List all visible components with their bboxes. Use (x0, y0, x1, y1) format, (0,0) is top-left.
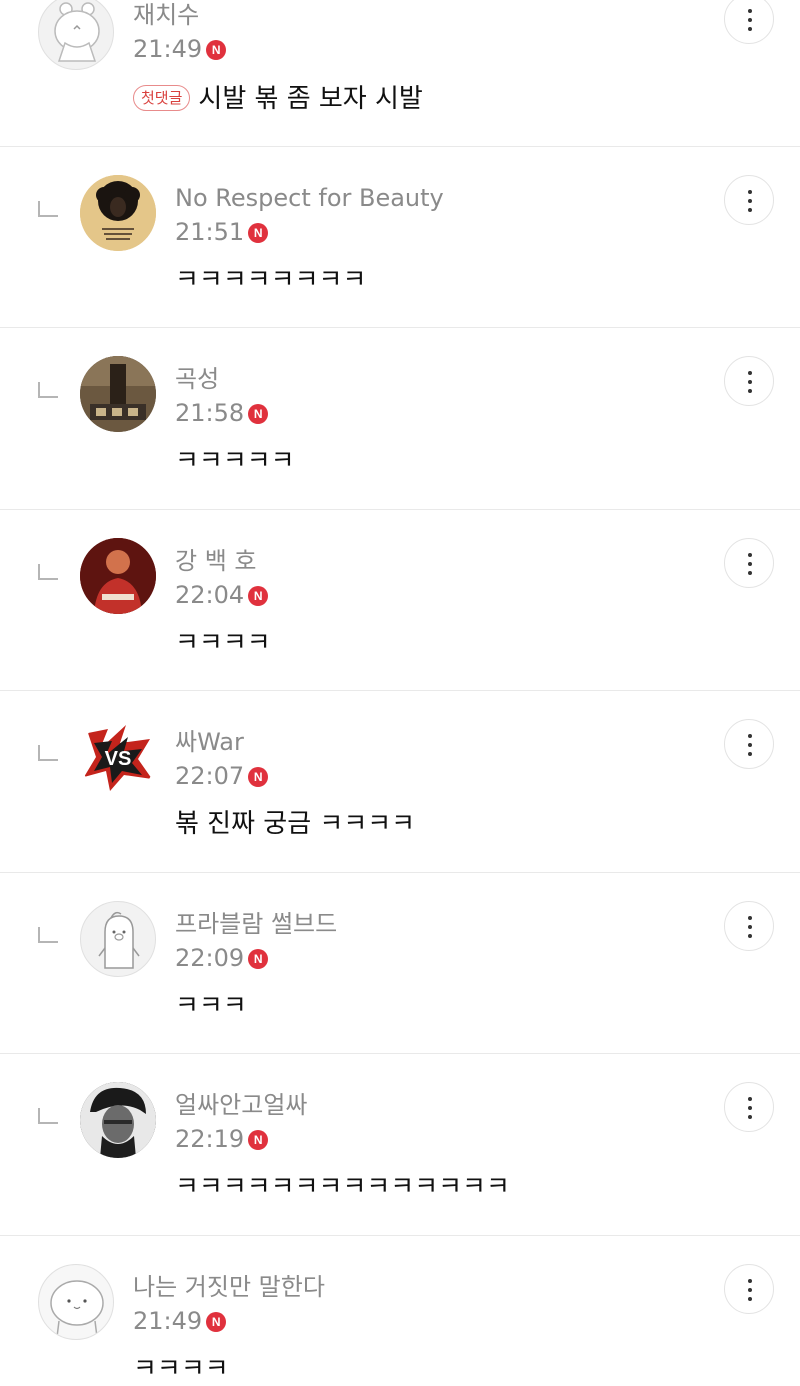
reply-arrow-icon (38, 1108, 58, 1124)
comment-item: 나는 거짓만 말한다 21:49 N ㅋㅋㅋㅋ (0, 1236, 800, 1384)
avatar[interactable] (38, 0, 114, 70)
basketball-player-avatar-icon (80, 538, 156, 614)
reply-arrow-icon (38, 745, 58, 761)
new-badge-icon: N (248, 1130, 269, 1150)
avatar[interactable] (80, 1082, 156, 1158)
comment-time-text: 21:58 (175, 399, 245, 427)
reply-arrow-icon (38, 201, 58, 217)
avatar[interactable] (80, 901, 156, 977)
comment-text: 첫댓글 시발 볶 좀 보자 시발 (133, 82, 423, 116)
more-vertical-icon (748, 553, 752, 575)
comment-author[interactable]: 나는 거짓만 말한다 (133, 1272, 325, 1302)
new-badge-icon: N (248, 767, 269, 787)
new-badge-icon: N (248, 949, 269, 969)
comment-time: 21:49 N (133, 34, 227, 64)
avatar[interactable] (80, 538, 156, 614)
default-bear-avatar-icon (54, 2, 100, 62)
reply-arrow-icon (38, 927, 58, 943)
comment-time-text: 21:51 (175, 218, 245, 246)
comment-time-text: 22:04 (175, 581, 245, 609)
more-options-button[interactable] (724, 356, 774, 406)
more-options-button[interactable] (724, 175, 774, 225)
comment-time: 22:07 N (175, 761, 269, 791)
more-options-button[interactable] (724, 1082, 774, 1132)
comment-reply: 곡성 21:58 N ㅋㅋㅋㅋㅋ (0, 328, 800, 508)
comment-body: ㅋㅋㅋㅋㅋㅋㅋㅋㅋㅋㅋㅋㅋㅋ (175, 1172, 510, 1202)
comment-body: 시발 볶 좀 보자 시발 (198, 84, 423, 114)
comment-body: ㅋㅋㅋㅋ (175, 628, 271, 658)
more-options-button[interactable] (724, 1264, 774, 1314)
more-options-button[interactable] (724, 719, 774, 769)
comment-reply: VS 싸War 22:07 N 볶 진짜 궁금 ㅋㅋㅋㅋ (0, 691, 800, 871)
comment-time-text: 22:09 (175, 944, 245, 972)
more-options-button[interactable] (724, 901, 774, 951)
comment-item: 재치수 21:49 N 첫댓글 시발 볶 좀 보자 시발 (0, 0, 800, 146)
avatar[interactable] (38, 1264, 114, 1340)
comment-reply: 얼싸안고얼싸 22:19 N ㅋㅋㅋㅋㅋㅋㅋㅋㅋㅋㅋㅋㅋㅋ (0, 1054, 800, 1234)
afro-portrait-avatar-icon (80, 175, 156, 251)
new-badge-icon: N (248, 586, 269, 606)
comment-body: ㅋㅋㅋㅋㅋㅋㅋㅋ (175, 265, 367, 295)
comment-author[interactable]: 프라블람 썰브드 (175, 909, 337, 939)
comment-author[interactable]: 재치수 (133, 0, 199, 30)
comment-author[interactable]: 싸War (175, 727, 244, 757)
new-badge-icon: N (206, 1312, 227, 1332)
portrait-photo-avatar-icon (80, 1082, 156, 1158)
comment-body: 볶 진짜 궁금 ㅋㅋㅋㅋ (175, 809, 416, 839)
more-vertical-icon (748, 371, 752, 393)
comment-time: 21:49 N (133, 1306, 227, 1336)
comment-time-text: 22:19 (175, 1125, 245, 1153)
comment-reply: 프라블람 썰브드 22:09 N ㅋㅋㅋ (0, 873, 800, 1053)
more-vertical-icon (748, 190, 752, 212)
default-penguin-avatar-icon (98, 911, 140, 969)
comment-author[interactable]: 곡성 (175, 364, 219, 394)
comment-body: ㅋㅋㅋㅋㅋ (175, 446, 295, 476)
comment-time: 22:19 N (175, 1124, 269, 1154)
avatar[interactable]: VS (80, 719, 156, 795)
more-vertical-icon (748, 916, 752, 938)
comment-body: ㅋㅋㅋㅋ (133, 1354, 229, 1384)
photo-avatar-icon (80, 356, 156, 432)
more-vertical-icon (748, 1097, 752, 1119)
comment-time: 22:04 N (175, 580, 269, 610)
comment-reply: 강 백 호 22:04 N ㅋㅋㅋㅋ (0, 510, 800, 690)
more-options-button[interactable] (724, 538, 774, 588)
more-vertical-icon (748, 1279, 752, 1301)
more-vertical-icon (748, 734, 752, 756)
more-options-button[interactable] (724, 0, 774, 44)
more-vertical-icon (748, 9, 752, 31)
comment-time-text: 21:49 (133, 1307, 203, 1335)
comment-time: 22:09 N (175, 943, 269, 973)
comment-author[interactable]: 강 백 호 (175, 546, 257, 576)
comment-time: 21:58 N (175, 398, 269, 428)
comment-time-text: 22:07 (175, 762, 245, 790)
comment-reply: No Respect for Beauty 21:51 N ㅋㅋㅋㅋㅋㅋㅋㅋ (0, 147, 800, 327)
reply-arrow-icon (38, 564, 58, 580)
reply-arrow-icon (38, 382, 58, 398)
comment-time: 21:51 N (175, 217, 269, 247)
new-badge-icon: N (248, 404, 269, 424)
first-comment-badge: 첫댓글 (133, 85, 191, 111)
new-badge-icon: N (206, 40, 227, 60)
comment-author[interactable]: No Respect for Beauty (175, 183, 444, 213)
comment-body: ㅋㅋㅋ (175, 991, 247, 1021)
comment-author[interactable]: 얼싸안고얼싸 (175, 1090, 307, 1120)
svg-text:VS: VS (105, 748, 132, 770)
avatar[interactable] (80, 175, 156, 251)
avatar[interactable] (80, 356, 156, 432)
default-face-avatar-icon (50, 1280, 104, 1338)
vs-avatar-icon: VS (80, 719, 156, 795)
new-badge-icon: N (248, 223, 269, 243)
comment-time-text: 21:49 (133, 35, 203, 63)
